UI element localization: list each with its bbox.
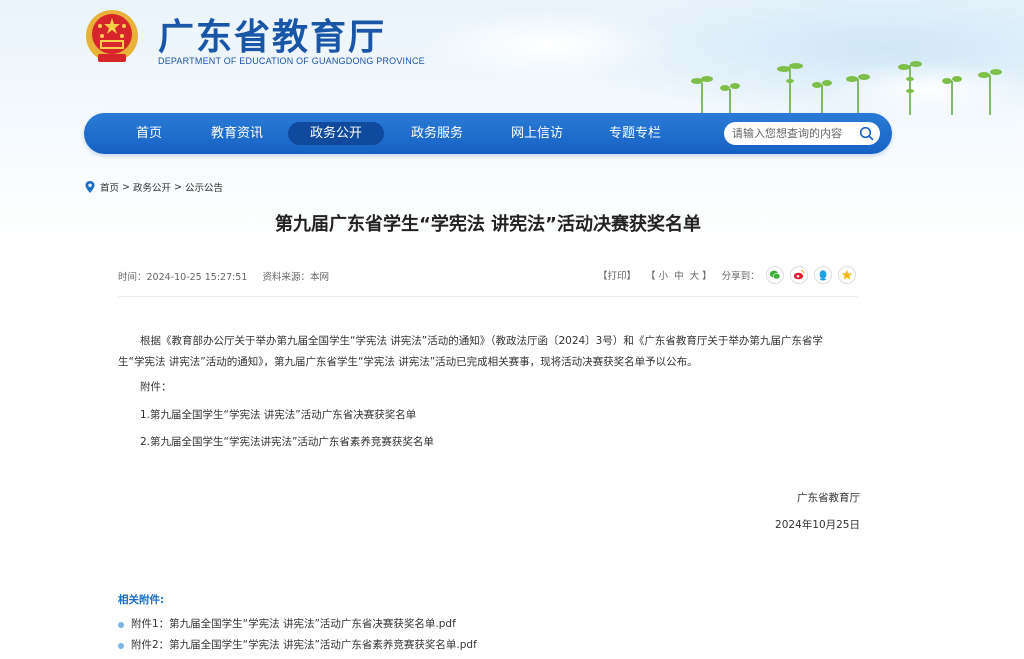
related-attachments-heading: 相关附件: [118,594,165,606]
nav-item-online-petition[interactable]: 网上信访 [504,122,570,145]
attachment-item: 2.第九届全国学生“学宪法讲宪法”活动广东省素养竞赛获奖名单 [140,436,434,448]
print-link[interactable]: 【打印】 [598,268,636,282]
attachment-link[interactable]: 附件1：第九届全国学生“学宪法 讲宪法”活动广东省决赛获奖名单.pdf [131,616,456,633]
sprout-decoration [691,61,1002,115]
article-tools: 【打印】 【 小 中 大 】 分享到： [598,265,856,285]
publish-time: 时间：2024-10-25 15:27:51 [118,272,248,283]
national-emblem-logo[interactable] [84,8,140,66]
site-title[interactable]: 广东省教育厅 [158,8,386,60]
meta-divider [118,296,858,297]
nav-item-education-news[interactable]: 教育资讯 [204,122,270,145]
bullet-icon [118,621,124,628]
article-source: 资料来源：本网 [262,272,329,283]
attachments-label: 附件： [140,381,172,393]
article-meta: 时间：2024-10-25 15:27:51 资料来源：本网 [118,269,341,283]
site-subtitle: DEPARTMENT OF EDUCATION OF GUANGDONG PRO… [158,56,425,66]
search-icon[interactable] [859,126,874,141]
list-item: 附件2：第九届全国学生“学宪法 讲宪法”活动广东省素养竞赛获奖名单.pdf [118,635,477,656]
main-navigation: 首页 教育资讯 政务公开 政务服务 网上信访 专题专栏 [84,113,892,154]
breadcrumb-separator: > [174,181,182,193]
search-box [724,122,880,145]
breadcrumb-government-affairs[interactable]: 政务公开 [133,180,171,194]
share-label: 分享到： [721,271,760,282]
breadcrumb: 首页 > 政务公开 > 公示公告 [85,180,223,194]
signature-organization: 广东省教育厅 [797,492,860,504]
location-icon [85,181,95,193]
list-item: 附件1：第九届全国学生“学宪法 讲宪法”活动广东省决赛获奖名单.pdf [118,614,477,635]
breadcrumb-announcements[interactable]: 公示公告 [185,180,223,194]
qq-icon[interactable] [813,266,832,284]
cloud-decoration [420,10,680,80]
favorite-icon[interactable] [837,266,856,284]
related-attachments-list: 附件1：第九届全国学生“学宪法 讲宪法”活动广东省决赛获奖名单.pdf 附件2：… [118,614,477,656]
nav-item-government-affairs[interactable]: 政务公开 [288,122,384,145]
search-input[interactable] [732,122,852,145]
attachment-item: 1.第九届全国学生“学宪法 讲宪法”活动广东省决赛获奖名单 [140,409,417,421]
nav-item-home[interactable]: 首页 [126,122,172,145]
attachment-link[interactable]: 附件2：第九届全国学生“学宪法 讲宪法”活动广东省素养竞赛获奖名单.pdf [131,637,477,654]
nav-item-special-topics[interactable]: 专题专栏 [602,122,668,145]
nav-item-government-services[interactable]: 政务服务 [404,122,470,145]
signature-date: 2024年10月25日 [775,519,860,531]
paragraph-line: 生“学宪法 讲宪法”活动的通知》，第九届广东省学生“学宪法 讲宪法”活动已完成相… [118,356,698,368]
article-title: 第九届广东省学生“学宪法 讲宪法”活动决赛获奖名单 [275,214,701,235]
breadcrumb-home[interactable]: 首页 [100,180,119,194]
paragraph-line: 根据《教育部办公厅关于举办第九届全国学生“学宪法 讲宪法”活动的通知》（教政法厅… [140,335,823,347]
font-size-switcher[interactable]: 【 小 中 大 】 [646,268,712,282]
weibo-icon[interactable] [789,266,808,284]
breadcrumb-separator: > [122,181,130,193]
article-paragraph: 根据《教育部办公厅关于举办第九届全国学生“学宪法 讲宪法”活动的通知》（教政法厅… [118,331,860,373]
bullet-icon [118,642,124,649]
wechat-icon[interactable] [765,266,784,284]
